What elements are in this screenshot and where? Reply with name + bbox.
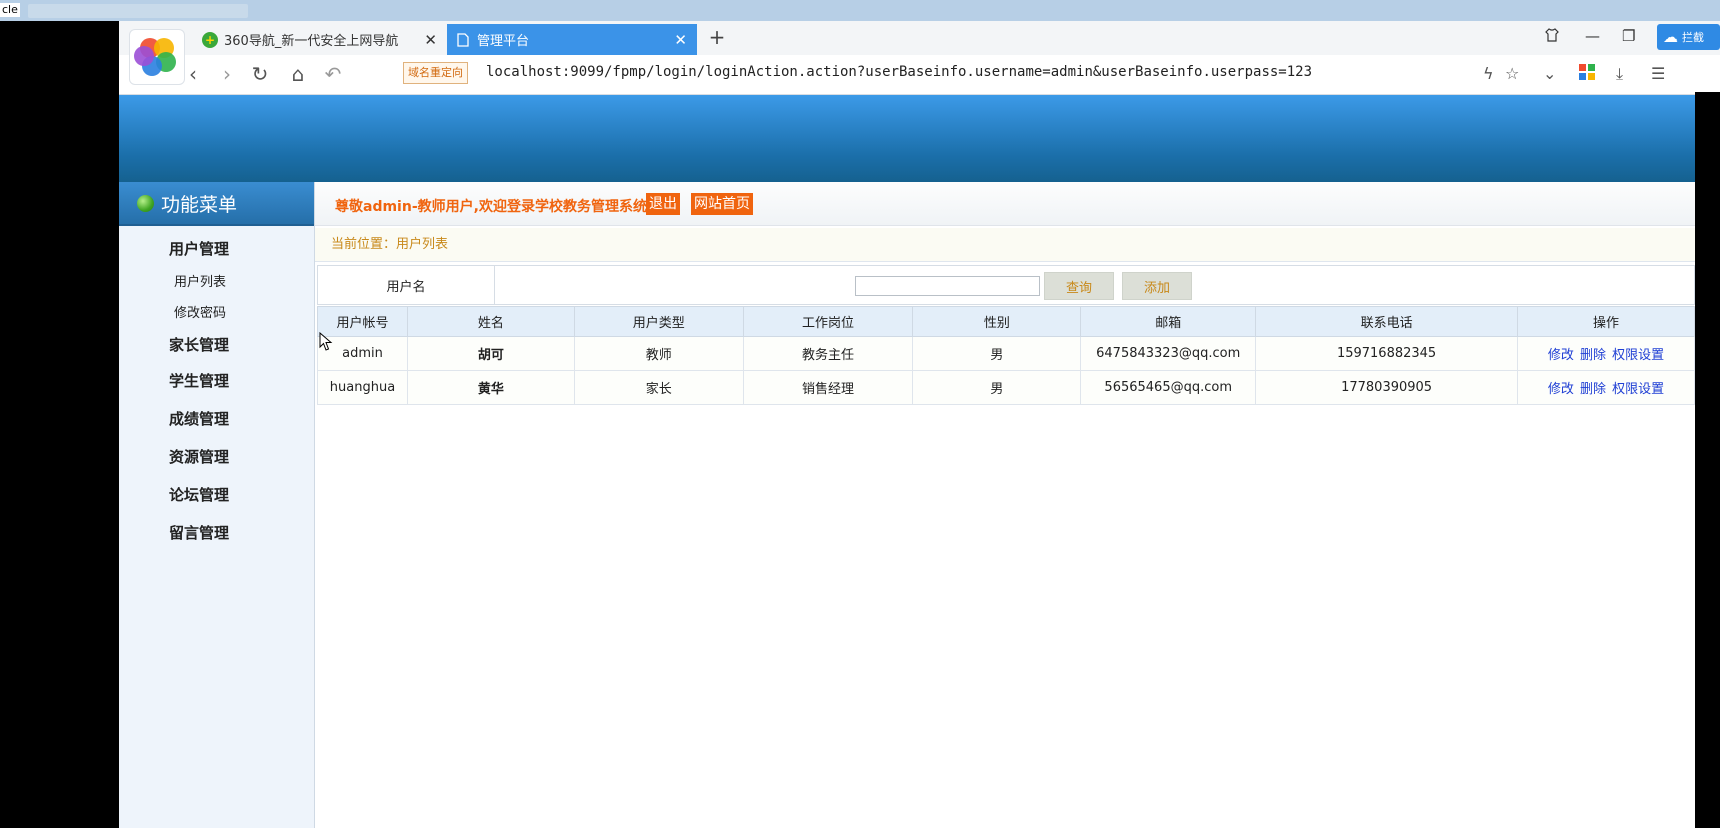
sidebar-title: 功能菜单 xyxy=(161,193,238,216)
cell-job: 销售经理 xyxy=(742,370,914,405)
cloud-extension-button[interactable]: ☁ 拦截 xyxy=(1657,24,1720,50)
add-button[interactable]: 添加 xyxy=(1122,272,1192,300)
column-header: 工作岗位 xyxy=(742,306,914,337)
delete-link[interactable]: 删除 xyxy=(1580,348,1606,363)
restore-icon[interactable]: ❐ xyxy=(1622,27,1635,45)
cell-type: 教师 xyxy=(573,336,744,371)
address-bar-row: ‹ › ↻ ⌂ ↶ 域名重定向 localhost:9099/fpmp/logi… xyxy=(119,55,1720,95)
welcome-bar: 尊敬admin-教师用户,欢迎登录学校教务管理系统 退出 网站首页 xyxy=(315,182,1695,226)
desktop-background-right xyxy=(1695,92,1720,828)
column-header: 联系电话 xyxy=(1255,306,1518,337)
permission-settings-link[interactable]: 权限设置 xyxy=(1612,348,1664,363)
browser-logo xyxy=(129,29,185,85)
welcome-text: 尊敬admin-教师用户,欢迎登录学校教务管理系统 xyxy=(335,199,647,215)
logout-link[interactable]: 退出 xyxy=(646,193,680,215)
cell-email: 6475843323@qq.com xyxy=(1080,336,1257,371)
new-tab-plus-icon[interactable]: + xyxy=(704,25,730,49)
redirect-badge[interactable]: 域名重定向 xyxy=(403,62,468,84)
table-row: huanghua 黄华 家长 销售经理 男 56565465@qq.com 17… xyxy=(317,370,1695,405)
column-header: 邮箱 xyxy=(1080,306,1257,337)
sidebar-item-user-list[interactable]: 用户列表 xyxy=(174,271,226,290)
360-safe-icon: + xyxy=(202,31,218,48)
cell-phone: 17780390905 xyxy=(1255,370,1518,405)
breadcrumb: 当前位置：用户列表 xyxy=(315,228,1695,262)
mouse-cursor-icon xyxy=(319,332,333,351)
star-icon[interactable]: ☆ xyxy=(1505,64,1519,83)
page-icon xyxy=(455,32,471,48)
cell-gender: 男 xyxy=(912,370,1082,405)
extension-label: 拦截 xyxy=(1682,31,1704,44)
tab-admin-platform[interactable]: 管理平台 ✕ xyxy=(447,24,697,55)
delete-link[interactable]: 删除 xyxy=(1580,382,1606,397)
tab-title: 360导航_新一代安全上网导航 xyxy=(224,34,399,49)
sidebar-item-message-management[interactable]: 留言管理 xyxy=(169,522,229,543)
edit-link[interactable]: 修改 xyxy=(1548,382,1574,397)
tab-bar: + 360导航_新一代安全上网导航 ✕ 管理平台 ✕ + — ❐ ☁ 拦截 xyxy=(119,21,1720,55)
os-strip-label: cle xyxy=(0,3,20,17)
sidebar-item-parent-management[interactable]: 家长管理 xyxy=(169,334,229,355)
column-header: 性别 xyxy=(912,306,1082,337)
site-home-link[interactable]: 网站首页 xyxy=(691,193,753,215)
download-icon[interactable]: ⤓ xyxy=(1616,64,1623,84)
minimize-icon[interactable]: — xyxy=(1585,27,1600,45)
os-top-strip: cle xyxy=(0,0,1720,21)
tab-360-nav[interactable]: + 360导航_新一代安全上网导航 ✕ xyxy=(194,24,447,55)
edit-link[interactable]: 修改 xyxy=(1548,348,1574,363)
close-icon[interactable]: ✕ xyxy=(424,31,437,49)
url-input[interactable]: localhost:9099/fpmp/login/loginAction.ac… xyxy=(486,64,1312,80)
username-search-input[interactable] xyxy=(855,276,1040,296)
home-icon[interactable]: ⌂ xyxy=(285,62,311,86)
page-banner xyxy=(119,95,1695,182)
main-content: 尊敬admin-教师用户,欢迎登录学校教务管理系统 退出 网站首页 当前位置：用… xyxy=(315,182,1695,828)
sidebar-item-resource-management[interactable]: 资源管理 xyxy=(169,446,229,467)
cell-name: 黄华 xyxy=(406,370,575,405)
skin-shirt-icon[interactable] xyxy=(1544,27,1560,47)
close-icon[interactable]: ✕ xyxy=(674,31,687,49)
apps-grid-icon[interactable] xyxy=(1579,64,1595,84)
green-cube-icon xyxy=(137,194,154,212)
permission-settings-link[interactable]: 权限设置 xyxy=(1612,382,1664,397)
sidebar-item-grade-management[interactable]: 成绩管理 xyxy=(169,408,229,429)
desktop-background xyxy=(0,21,119,828)
undo-icon[interactable]: ↶ xyxy=(320,62,346,86)
cell-phone: 159716882345 xyxy=(1255,336,1518,371)
table-header-row: 用户帐号 姓名 用户类型 工作岗位 性别 邮箱 联系电话 操作 xyxy=(317,306,1695,337)
query-button[interactable]: 查询 xyxy=(1044,272,1114,300)
sidebar-item-forum-management[interactable]: 论坛管理 xyxy=(169,484,229,505)
browser-window: + 360导航_新一代安全上网导航 ✕ 管理平台 ✕ + — ❐ ☁ 拦截 ‹ xyxy=(119,21,1720,828)
cell-account: huanghua xyxy=(317,370,408,405)
cell-job: 教务主任 xyxy=(742,336,914,371)
column-header: 操作 xyxy=(1517,306,1695,337)
forward-icon[interactable]: › xyxy=(214,62,240,86)
sidebar-item-change-password[interactable]: 修改密码 xyxy=(174,302,226,321)
column-header: 用户类型 xyxy=(573,306,744,337)
web-page: 功能菜单 用户管理 用户列表 修改密码 家长管理 学生管理 成绩管理 资源管理 … xyxy=(119,95,1695,828)
username-label: 用户名 xyxy=(318,266,495,304)
lightning-icon[interactable]: ϟ xyxy=(1483,64,1494,83)
os-taskbar-tab[interactable] xyxy=(28,4,248,18)
search-row: 用户名 查询 添加 xyxy=(317,265,1695,305)
sidebar-header: 功能菜单 xyxy=(119,182,314,226)
refresh-icon[interactable]: ↻ xyxy=(247,62,273,86)
cell-gender: 男 xyxy=(912,336,1082,371)
menu-icon[interactable]: ☰ xyxy=(1651,64,1665,83)
cell-email: 56565465@qq.com xyxy=(1080,370,1257,405)
cell-operations: 修改 删除 权限设置 xyxy=(1517,336,1695,371)
chevron-down-icon[interactable]: ⌄ xyxy=(1543,64,1556,83)
cell-name: 胡可 xyxy=(406,336,575,371)
cell-operations: 修改 删除 权限设置 xyxy=(1517,370,1695,405)
tab-title: 管理平台 xyxy=(477,34,530,49)
cloud-icon: ☁ xyxy=(1663,28,1678,46)
user-table: 用户帐号 姓名 用户类型 工作岗位 性别 邮箱 联系电话 操作 admin 胡可 xyxy=(317,306,1695,405)
cell-type: 家长 xyxy=(573,370,744,405)
column-header: 姓名 xyxy=(406,306,575,337)
sidebar-item-student-management[interactable]: 学生管理 xyxy=(169,370,229,391)
table-row: admin 胡可 教师 教务主任 男 6475843323@qq.com 159… xyxy=(317,336,1695,371)
sidebar: 功能菜单 用户管理 用户列表 修改密码 家长管理 学生管理 成绩管理 资源管理 … xyxy=(119,182,315,828)
sidebar-item-user-management[interactable]: 用户管理 xyxy=(169,238,229,259)
